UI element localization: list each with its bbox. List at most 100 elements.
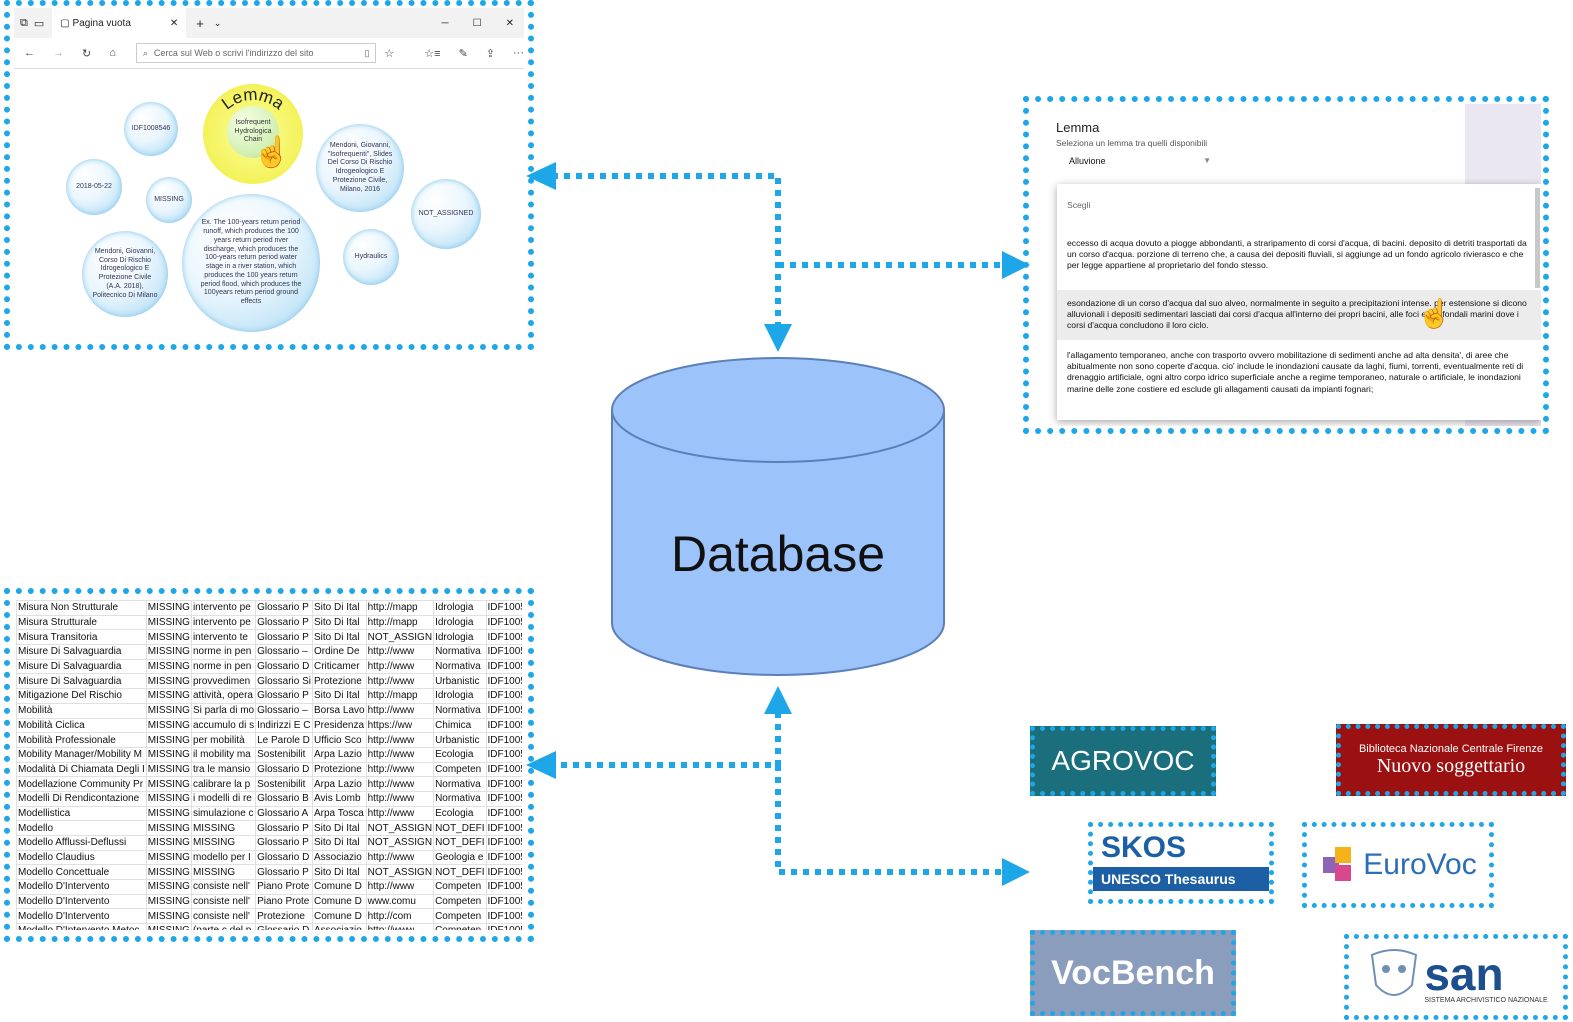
table-cell[interactable]: Sito Di Ital	[312, 614, 367, 631]
table-cell[interactable]: Sostenibilit	[255, 746, 313, 763]
table-cell[interactable]: MISSING	[145, 849, 192, 866]
table-cell[interactable]: Arpa Tosca	[312, 805, 367, 822]
table-cell[interactable]: IDF1005043	[485, 849, 522, 866]
address-bar[interactable]: ⌕ Cerca sul Web o scrivi l'indirizzo del…	[135, 43, 377, 63]
table-cell[interactable]: MISSING	[145, 673, 192, 690]
dropdown-placeholder[interactable]: Scegli	[1057, 184, 1541, 224]
table-cell[interactable]: Glossario B	[255, 790, 313, 807]
table-cell[interactable]: Piano Prote	[255, 893, 313, 910]
table-cell[interactable]: Mobility Manager/Mobility M	[16, 746, 147, 763]
table-cell[interactable]: Arpa Lazio	[312, 776, 367, 792]
table-cell[interactable]: MISSING	[145, 702, 192, 719]
table-cell[interactable]: Modello D'Intervento	[16, 879, 147, 895]
table-cell[interactable]: http://www	[365, 644, 435, 660]
table-cell[interactable]: Criticamer	[312, 658, 367, 675]
table-cell[interactable]: IDF1005034	[485, 717, 522, 734]
table-row[interactable]: Misure Di Salvaguardia MISSING norme in pe…	[16, 658, 522, 675]
back-icon[interactable]: ←	[24, 47, 35, 59]
tab-active[interactable]: ▢ Pagina vuota ✕	[52, 8, 187, 38]
table-cell[interactable]: MISSING	[145, 746, 192, 763]
table-cell[interactable]: Sito Di Ital	[312, 820, 367, 836]
more-icon[interactable]: ···	[513, 47, 524, 59]
table-cell[interactable]: IDF1005041	[485, 820, 522, 836]
table-cell[interactable]: Glossario P	[255, 688, 313, 704]
table-cell[interactable]: MISSING	[145, 658, 192, 675]
table-cell[interactable]: http://www	[365, 879, 435, 895]
table-cell[interactable]: Geologia e	[433, 849, 487, 866]
table-cell[interactable]: http://com	[365, 908, 435, 925]
table-cell[interactable]: MISSING	[145, 805, 192, 822]
table-cell[interactable]: http://www	[365, 776, 435, 792]
table-cell[interactable]: Misure Di Salvaguardia	[16, 658, 147, 675]
table-cell[interactable]: Idrologia	[433, 629, 487, 646]
table-cell[interactable]: IDF1005035	[485, 732, 522, 748]
table-cell[interactable]: consiste nell'	[190, 908, 257, 925]
table-cell[interactable]: Normativa	[433, 790, 487, 807]
table-cell[interactable]: Misure Di Salvaguardia	[16, 644, 147, 660]
table-cell[interactable]: http://www	[365, 849, 435, 866]
table-cell[interactable]: calibrare la p	[190, 776, 257, 792]
table-cell[interactable]: IDF1005036	[485, 746, 522, 763]
bubble-not-assigned[interactable]: NOT_ASSIGNED	[411, 179, 481, 249]
table-cell[interactable]: Ordine De	[312, 644, 367, 660]
table-cell[interactable]: Modello Claudius	[16, 849, 147, 866]
table-cell[interactable]: Urbanistic	[433, 732, 487, 748]
table-cell[interactable]: IDF1005028	[485, 629, 522, 646]
table-cell[interactable]: intervento pe	[190, 600, 257, 616]
table-cell[interactable]: MISSING	[145, 717, 192, 734]
table-cell[interactable]: Urbanistic	[433, 673, 487, 690]
table-cell[interactable]: MISSING	[190, 864, 257, 881]
table-cell[interactable]: Misura Non Strutturale	[16, 600, 147, 616]
bubble-date[interactable]: 2018-05-22	[66, 159, 122, 215]
table-cell[interactable]: Modellistica	[16, 805, 147, 822]
table-cell[interactable]: NOT_ASSIGN	[365, 820, 435, 836]
table-cell[interactable]: consiste nell'	[190, 893, 257, 910]
table-cell[interactable]: Misura Strutturale	[16, 614, 147, 631]
table-cell[interactable]: Protezione	[312, 761, 367, 778]
table-cell[interactable]: Protezione	[312, 673, 367, 690]
table-cell[interactable]: Competen	[433, 923, 487, 930]
table-cell[interactable]: IDF1005047	[485, 908, 522, 925]
table-cell[interactable]: NOT_DEFI	[433, 820, 487, 836]
table-cell[interactable]: Sito Di Ital	[312, 835, 367, 851]
table-row[interactable]: Modello Afflussi-Deflussi MISSING MISSING G…	[16, 835, 522, 851]
table-cell[interactable]: il mobility ma	[190, 746, 257, 763]
table-cell[interactable]: Glossario D	[255, 761, 313, 778]
table-cell[interactable]: IDF1005040	[485, 805, 522, 822]
home-icon[interactable]: ⌂	[109, 47, 116, 59]
table-cell[interactable]: IDF1005032	[485, 688, 522, 704]
table-cell[interactable]: Arpa Lazio	[312, 746, 367, 763]
table-cell[interactable]: http://www	[365, 923, 435, 930]
table-cell[interactable]: IDF1005033	[485, 702, 522, 719]
table-cell[interactable]: http://www	[365, 702, 435, 719]
table-cell[interactable]: Mobilità Professionale	[16, 732, 147, 748]
new-tab-icon[interactable]: +	[196, 16, 204, 31]
table-cell[interactable]: Glossario P	[255, 864, 313, 881]
table-cell[interactable]: IDF1005038	[485, 776, 522, 792]
table-cell[interactable]: IDF1005039	[485, 790, 522, 807]
minimize-icon[interactable]: ─	[442, 18, 449, 29]
table-cell[interactable]: provvedimen	[190, 673, 257, 690]
table-row[interactable]: Modello D'Intervento MetocMISSING(parte …	[16, 923, 522, 930]
table-cell[interactable]: Associazio	[312, 923, 367, 930]
table-cell[interactable]: Competen	[433, 879, 487, 895]
table-cell[interactable]: Glossario P	[255, 614, 313, 631]
table-cell[interactable]: MISSING	[145, 600, 192, 616]
table-row[interactable]: Misura Non Strutturale MISSING intervento …	[16, 600, 522, 616]
table-cell[interactable]: norme in pen	[190, 644, 257, 660]
bubble-hydraulics[interactable]: Hydraulics	[343, 229, 399, 285]
dropdown-option[interactable]: eccesso di acqua dovuto a piogge abbonda…	[1057, 224, 1541, 282]
table-cell[interactable]: Competen	[433, 908, 487, 925]
table-cell[interactable]: Protezione	[255, 908, 313, 925]
table-cell[interactable]: Modello Concettuale	[16, 864, 147, 881]
table-row[interactable]: Mobilità Ciclica MISSING accumulo di s Indi…	[16, 717, 522, 734]
table-cell[interactable]: MISSING	[145, 820, 192, 836]
table-cell[interactable]: simulazione c	[190, 805, 257, 822]
table-cell[interactable]: IDF1005042	[485, 835, 522, 851]
table-cell[interactable]: Ecologia	[433, 805, 487, 822]
tab-actions-icon[interactable]: ⧉	[20, 17, 28, 30]
table-cell[interactable]: Misure Di Salvaguardia	[16, 673, 147, 690]
table-cell[interactable]: Ecologia	[433, 746, 487, 763]
table-cell[interactable]: http://www	[365, 805, 435, 822]
table-cell[interactable]: IDF1005045	[485, 879, 522, 895]
